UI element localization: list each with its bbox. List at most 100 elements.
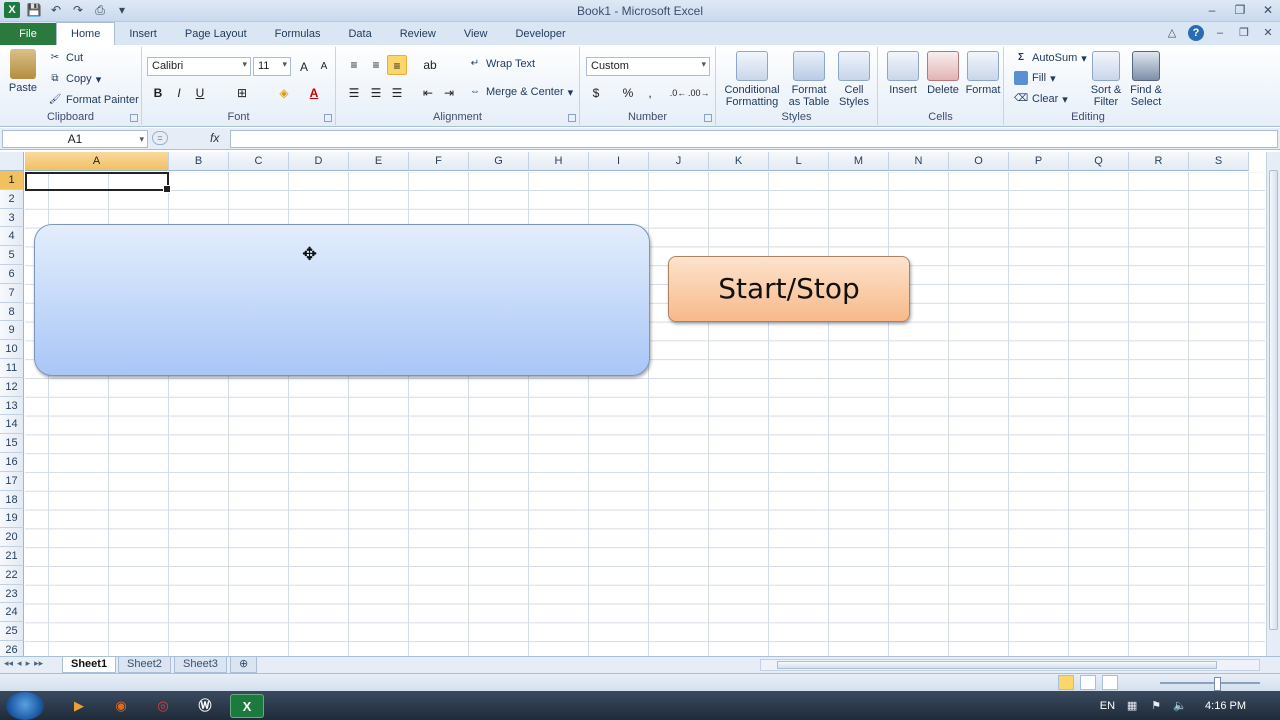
page-break-view-icon[interactable] — [1102, 675, 1118, 690]
row-header-10[interactable]: 10 — [0, 340, 24, 359]
row-header-5[interactable]: 5 — [0, 246, 24, 265]
merge-center-button[interactable]: ⇔ Merge & Center ▾ — [468, 85, 573, 99]
copy-button[interactable]: ⧉ Copy ▾ — [48, 72, 101, 86]
orientation-icon[interactable]: ab — [420, 55, 440, 75]
fill-button[interactable]: Fill ▾ — [1014, 71, 1056, 85]
help-icon[interactable]: ? — [1188, 25, 1204, 41]
find-select-button[interactable]: Find & Select — [1126, 51, 1166, 108]
sheet-tab-sheet1[interactable]: Sheet1 — [62, 657, 117, 673]
underline-button[interactable]: U — [190, 83, 210, 103]
row-header-14[interactable]: 14 — [0, 415, 24, 435]
bold-button[interactable]: B — [148, 83, 168, 103]
column-header-h[interactable]: H — [529, 152, 589, 171]
page-layout-view-icon[interactable] — [1080, 675, 1096, 690]
autosum-button[interactable]: Σ AutoSum ▾ — [1014, 51, 1087, 65]
font-family-select[interactable]: Calibri — [147, 57, 251, 76]
network-icon[interactable]: ▦ — [1125, 699, 1139, 713]
doc-close-icon[interactable]: ✕ — [1260, 25, 1276, 41]
font-launcher-icon[interactable] — [324, 114, 332, 122]
align-center-icon[interactable]: ☰ — [366, 83, 386, 103]
volume-icon[interactable]: 🔈 — [1173, 699, 1187, 713]
column-header-n[interactable]: N — [889, 152, 949, 171]
row-header-22[interactable]: 22 — [0, 565, 24, 585]
insert-cells-button[interactable]: Insert — [884, 51, 922, 96]
row-header-25[interactable]: 25 — [0, 622, 24, 641]
column-header-q[interactable]: Q — [1069, 152, 1129, 171]
column-header-f[interactable]: F — [409, 152, 469, 171]
paste-button[interactable]: Paste — [6, 49, 40, 94]
conditional-formatting-button[interactable]: Conditional Formatting — [720, 51, 784, 108]
column-header-o[interactable]: O — [949, 152, 1009, 171]
zoom-slider[interactable] — [1160, 677, 1260, 691]
cut-button[interactable]: ✂ Cut — [48, 51, 83, 65]
rounded-rectangle-shape[interactable] — [34, 224, 650, 376]
formula-input[interactable] — [230, 130, 1278, 148]
row-header-7[interactable]: 7 — [0, 283, 24, 303]
clipboard-launcher-icon[interactable] — [130, 114, 138, 122]
row-header-19[interactable]: 19 — [0, 509, 24, 529]
vertical-scroll-thumb[interactable] — [1269, 170, 1278, 630]
row-header-12[interactable]: 12 — [0, 377, 24, 397]
column-header-i[interactable]: I — [589, 152, 649, 171]
column-header-d[interactable]: D — [289, 152, 349, 171]
row-header-1[interactable]: 1 — [0, 171, 24, 190]
firefox-icon[interactable]: ◉ — [104, 694, 138, 718]
select-all-corner[interactable] — [0, 152, 24, 171]
column-header-l[interactable]: L — [769, 152, 829, 171]
row-header-20[interactable]: 20 — [0, 528, 24, 547]
horizontal-scroll-thumb[interactable] — [777, 661, 1217, 669]
alignment-launcher-icon[interactable] — [568, 114, 576, 122]
comma-button[interactable]: , — [640, 83, 660, 103]
flag-icon[interactable]: ⚑ — [1149, 699, 1163, 713]
percent-button[interactable]: % — [618, 83, 638, 103]
currency-button[interactable]: $ — [586, 83, 606, 103]
format-as-table-button[interactable]: Format as Table — [786, 51, 832, 108]
column-header-p[interactable]: P — [1009, 152, 1069, 171]
shrink-font-icon[interactable]: A — [314, 57, 334, 77]
vertical-scrollbar[interactable] — [1266, 152, 1280, 658]
align-top-icon[interactable]: ≡ — [344, 55, 364, 75]
column-header-c[interactable]: C — [229, 152, 289, 171]
grow-font-icon[interactable]: A — [294, 57, 314, 77]
column-header-r[interactable]: R — [1129, 152, 1189, 171]
row-header-4[interactable]: 4 — [0, 227, 24, 247]
row-header-9[interactable]: 9 — [0, 321, 24, 341]
row-header-2[interactable]: 2 — [0, 189, 24, 209]
row-header-23[interactable]: 23 — [0, 584, 24, 604]
format-painter-button[interactable]: 🖌 Format Painter — [48, 93, 139, 107]
decrease-decimal-icon[interactable]: .00→ — [688, 83, 710, 103]
fill-color-icon[interactable]: ◈ — [274, 83, 294, 103]
next-sheet-icon[interactable]: ▸ — [26, 658, 31, 669]
align-bottom-icon[interactable]: ≡ — [387, 55, 407, 75]
insert-sheet-icon[interactable]: ⊕ — [230, 657, 258, 673]
column-header-a[interactable]: A — [25, 152, 169, 171]
minimize-icon[interactable]: – — [1204, 2, 1220, 18]
align-middle-icon[interactable]: ≡ — [366, 55, 386, 75]
restore-icon[interactable]: ❐ — [1232, 2, 1248, 18]
clear-button[interactable]: ⌫ Clear ▾ — [1014, 92, 1068, 106]
normal-view-icon[interactable] — [1058, 675, 1074, 690]
name-box[interactable]: A1 — [2, 130, 148, 148]
column-header-b[interactable]: B — [169, 152, 229, 171]
doc-restore-icon[interactable]: ❐ — [1236, 25, 1252, 41]
italic-button[interactable]: I — [169, 83, 189, 103]
tab-insert[interactable]: Insert — [115, 23, 171, 45]
last-sheet-icon[interactable]: ▸▸ — [34, 658, 43, 669]
tab-view[interactable]: View — [450, 23, 502, 45]
row-header-13[interactable]: 13 — [0, 396, 24, 416]
column-header-g[interactable]: G — [469, 152, 529, 171]
font-color-icon[interactable]: A — [304, 83, 324, 103]
insert-function-icon[interactable]: fx — [210, 131, 219, 145]
column-header-j[interactable]: J — [649, 152, 709, 171]
row-header-17[interactable]: 17 — [0, 471, 24, 491]
minimize-ribbon-icon[interactable]: △ — [1164, 25, 1180, 41]
prev-sheet-icon[interactable]: ◂ — [17, 658, 22, 669]
formula-bar-toggle-icon[interactable]: = — [152, 131, 168, 145]
wrap-text-button[interactable]: ↵ Wrap Text — [468, 57, 535, 71]
align-left-icon[interactable]: ☰ — [344, 83, 364, 103]
row-header-21[interactable]: 21 — [0, 547, 24, 566]
row-header-6[interactable]: 6 — [0, 265, 24, 284]
start-button[interactable] — [6, 692, 44, 720]
row-header-11[interactable]: 11 — [0, 359, 24, 378]
close-icon[interactable]: ✕ — [1260, 2, 1276, 18]
